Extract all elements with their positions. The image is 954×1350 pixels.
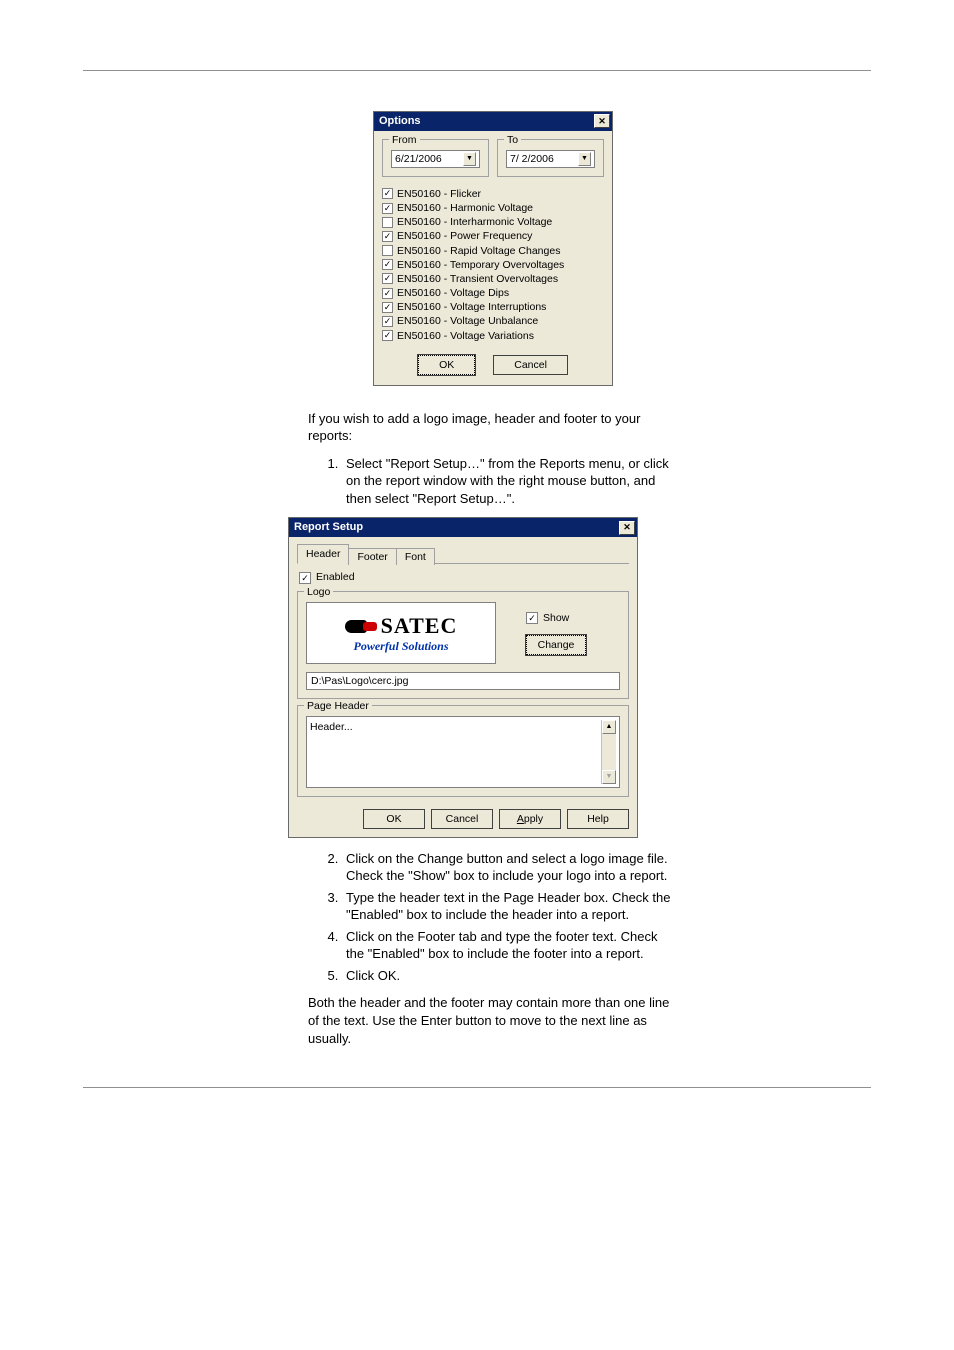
logo-tagline: Powerful Solutions (353, 638, 448, 654)
options-dialog: Options ✕ From 6/21/2006 ▼ To 7 (373, 111, 613, 386)
steps-list-1: Select "Report Setup…" from the Reports … (308, 455, 678, 508)
show-checkbox-row[interactable]: ✓ Show (526, 611, 586, 625)
checkbox[interactable] (382, 217, 393, 228)
checkbox[interactable]: ✓ (382, 316, 393, 327)
option-label: EN50160 - Flicker (397, 187, 481, 201)
option-row[interactable]: ✓ EN50160 - Voltage Unbalance (382, 314, 604, 328)
step-2: Click on the Change button and select a … (342, 850, 678, 885)
page-header-text: Header... (310, 720, 601, 784)
tab-header[interactable]: Header (297, 544, 349, 564)
option-label: EN50160 - Voltage Dips (397, 286, 509, 300)
top-rule (83, 70, 871, 71)
scroll-up-icon[interactable]: ▲ (602, 720, 616, 734)
option-row[interactable]: EN50160 - Rapid Voltage Changes (382, 244, 604, 258)
checkbox[interactable]: ✓ (382, 302, 393, 313)
option-label: EN50160 - Interharmonic Voltage (397, 215, 552, 229)
option-label: EN50160 - Voltage Unbalance (397, 314, 538, 328)
checkbox[interactable]: ✓ (382, 273, 393, 284)
step-1: Select "Report Setup…" from the Reports … (342, 455, 678, 508)
bottom-rule (83, 1087, 871, 1117)
option-label: EN50160 - Voltage Variations (397, 329, 534, 343)
checkbox[interactable]: ✓ (382, 330, 393, 341)
content-column: Options ✕ From 6/21/2006 ▼ To 7 (308, 111, 678, 1047)
outro-paragraph: Both the header and the footer may conta… (308, 994, 678, 1047)
report-titlebar: Report Setup ✕ (289, 518, 637, 537)
cancel-button[interactable]: Cancel (431, 809, 493, 829)
options-titlebar: Options ✕ (374, 112, 612, 131)
options-body: From 6/21/2006 ▼ To 7/ 2/2006 ▼ (374, 131, 612, 385)
logo-path-value: D:\Pas\Logo\cerc.jpg (311, 674, 408, 688)
show-label: Show (543, 611, 569, 625)
option-label: EN50160 - Transient Overvoltages (397, 272, 558, 286)
option-label: EN50160 - Power Frequency (397, 229, 532, 243)
show-checkbox[interactable]: ✓ (526, 612, 538, 624)
ok-button[interactable]: OK (418, 355, 475, 375)
option-row[interactable]: EN50160 - Interharmonic Voltage (382, 215, 604, 229)
enabled-checkbox-row[interactable]: ✓ Enabled (299, 570, 627, 584)
steps-list-2: Click on the Change button and select a … (308, 850, 678, 985)
plug-icon (345, 617, 377, 635)
from-date-input[interactable]: 6/21/2006 ▼ (391, 150, 480, 168)
option-label: EN50160 - Voltage Interruptions (397, 300, 546, 314)
close-icon[interactable]: ✕ (594, 114, 610, 128)
option-row[interactable]: ✓ EN50160 - Voltage Dips (382, 286, 604, 300)
report-title: Report Setup (294, 520, 363, 535)
tabs: Header Footer Font (297, 543, 629, 564)
chevron-down-icon[interactable]: ▼ (463, 152, 476, 166)
cancel-button[interactable]: Cancel (493, 355, 568, 375)
apply-button[interactable]: Apply (499, 809, 561, 829)
chevron-down-icon[interactable]: ▼ (578, 152, 591, 166)
tab-font[interactable]: Font (396, 548, 435, 565)
option-row[interactable]: ✓ EN50160 - Voltage Interruptions (382, 300, 604, 314)
option-label: EN50160 - Temporary Overvoltages (397, 258, 564, 272)
to-date-input[interactable]: 7/ 2/2006 ▼ (506, 150, 595, 168)
checkbox[interactable]: ✓ (382, 259, 393, 270)
checkbox[interactable]: ✓ (382, 231, 393, 242)
from-date-value: 6/21/2006 (395, 152, 442, 166)
page-header-legend: Page Header (304, 699, 372, 713)
enabled-label: Enabled (316, 570, 355, 584)
option-label: EN50160 - Harmonic Voltage (397, 201, 533, 215)
options-title: Options (379, 114, 421, 129)
checkbox[interactable]: ✓ (382, 288, 393, 299)
logo-legend: Logo (304, 585, 333, 599)
change-button[interactable]: Change (526, 635, 586, 655)
logo-brand: SATEC (381, 611, 458, 641)
option-row[interactable]: ✓ EN50160 - Transient Overvoltages (382, 272, 604, 286)
tab-footer[interactable]: Footer (348, 548, 396, 565)
scroll-down-icon[interactable]: ▼ (602, 770, 616, 784)
logo-group: Logo SATEC Powerful Solutions ✓ (297, 591, 629, 699)
options-check-list: ✓ EN50160 - Flicker ✓ EN50160 - Harmonic Vo… (382, 187, 604, 343)
option-row[interactable]: ✓ EN50160 - Temporary Overvoltages (382, 258, 604, 272)
to-legend: To (504, 133, 521, 147)
to-date-value: 7/ 2/2006 (510, 152, 554, 166)
option-row[interactable]: ✓ EN50160 - Harmonic Voltage (382, 201, 604, 215)
close-icon[interactable]: ✕ (619, 521, 635, 535)
option-row[interactable]: ✓ EN50160 - Power Frequency (382, 229, 604, 243)
logo-preview: SATEC Powerful Solutions (306, 602, 496, 664)
page-header-group: Page Header Header... ▲ ▼ (297, 705, 629, 797)
from-fieldset: From 6/21/2006 ▼ (382, 139, 489, 177)
intro-paragraph: If you wish to add a logo image, header … (308, 410, 678, 445)
report-setup-dialog: Report Setup ✕ Header Footer Font ✓ Enab… (288, 517, 638, 837)
option-label: EN50160 - Rapid Voltage Changes (397, 244, 560, 258)
option-row[interactable]: ✓ EN50160 - Voltage Variations (382, 329, 604, 343)
checkbox[interactable]: ✓ (382, 188, 393, 199)
step-3: Type the header text in the Page Header … (342, 889, 678, 924)
option-row[interactable]: ✓ EN50160 - Flicker (382, 187, 604, 201)
enabled-checkbox[interactable]: ✓ (299, 572, 311, 584)
logo-path-input[interactable]: D:\Pas\Logo\cerc.jpg (306, 672, 620, 690)
step-5: Click OK. (342, 967, 678, 985)
checkbox[interactable] (382, 245, 393, 256)
checkbox[interactable]: ✓ (382, 203, 393, 214)
to-fieldset: To 7/ 2/2006 ▼ (497, 139, 604, 177)
from-legend: From (389, 133, 420, 147)
page-header-textarea[interactable]: Header... ▲ ▼ (306, 716, 620, 788)
ok-button[interactable]: OK (363, 809, 425, 829)
help-button[interactable]: Help (567, 809, 629, 829)
document-page: Options ✕ From 6/21/2006 ▼ To 7 (0, 0, 954, 1177)
scrollbar[interactable]: ▲ ▼ (601, 720, 616, 784)
step-4: Click on the Footer tab and type the foo… (342, 928, 678, 963)
